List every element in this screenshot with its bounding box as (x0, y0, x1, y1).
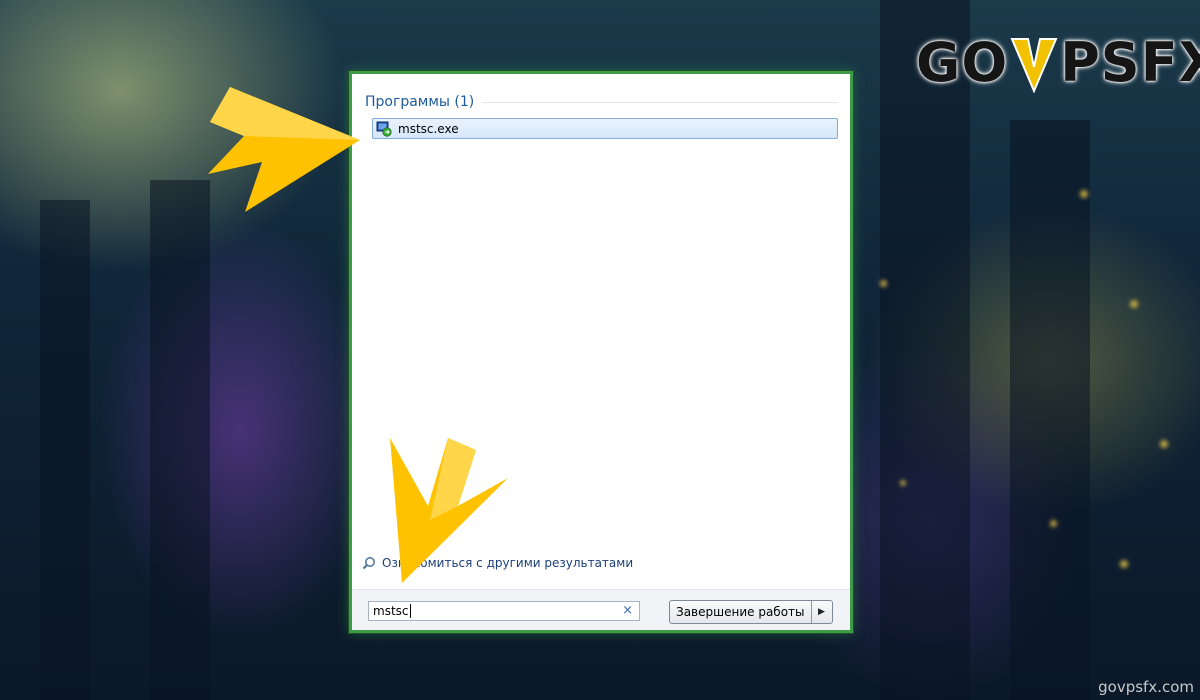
background-rack (1010, 120, 1090, 700)
shutdown-button[interactable]: Завершение работы (670, 601, 812, 623)
start-menu-bottom-bar: mstsc × Завершение работы ▶ (352, 589, 850, 630)
programs-group-header: Программы (1) (365, 94, 838, 110)
search-input-value: mstsc (373, 604, 409, 618)
programs-group-title: Программы (1) (365, 94, 475, 110)
background-light (1120, 560, 1128, 568)
search-input[interactable]: mstsc × (368, 601, 640, 621)
header-divider (482, 101, 838, 103)
background-light (880, 280, 887, 287)
background-light (1160, 440, 1168, 448)
logo-text-left: GO (916, 31, 1009, 94)
clear-search-icon[interactable]: × (622, 603, 633, 618)
arrow-pointing-right (208, 87, 360, 212)
remote-desktop-icon (376, 121, 392, 137)
background-rack (40, 200, 90, 700)
arrow-pointing-down (390, 438, 508, 583)
logo-v-icon (1010, 38, 1058, 93)
result-item-mstsc[interactable]: mstsc.exe (372, 118, 838, 139)
search-icon (362, 557, 375, 570)
govpsfx-logo: GO PSFX (916, 28, 1200, 98)
background-light (1130, 300, 1138, 308)
result-item-label: mstsc.exe (398, 121, 459, 136)
shutdown-button-group: Завершение работы ▶ (669, 600, 833, 624)
text-caret (409, 604, 411, 618)
site-watermark: govpsfx.com (1098, 678, 1194, 696)
background-light (1050, 520, 1057, 527)
background-rack (880, 0, 970, 700)
background-light (1080, 190, 1088, 198)
background-light (900, 480, 906, 486)
background-rack (150, 180, 210, 700)
logo-text-right: PSFX (1060, 31, 1200, 94)
shutdown-options-arrow-icon[interactable]: ▶ (812, 601, 832, 623)
